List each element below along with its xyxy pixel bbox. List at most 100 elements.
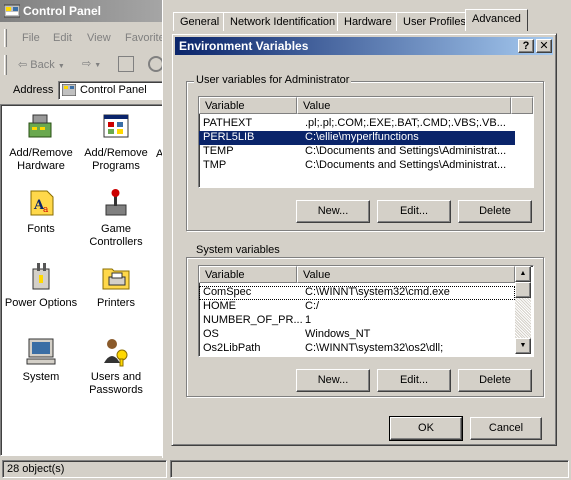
user-variables-label: User variables for Administrator [194,74,352,86]
system-var-row[interactable]: Os2LibPath C:\WINNT\system32\os2\dll; [199,342,515,356]
cp-item-label: System [22,371,60,383]
system-var-row[interactable]: OS Windows_NT [199,328,515,342]
column-header-variable[interactable]: Variable [199,266,297,283]
cp-item-add-remove-programs[interactable]: Add/Remove Programs [79,111,153,173]
user-var-row[interactable]: TEMP C:\Documents and Settings\Administr… [199,145,515,159]
cp-item-users-and-passwords[interactable]: Users and Passwords [79,335,153,397]
svg-text:a: a [43,205,49,215]
cancel-button[interactable]: Cancel [470,417,542,440]
tab-general[interactable]: General [173,12,227,31]
system-var-value: C:\WINNT\system32\cmd.exe [305,286,450,298]
menu-edit[interactable]: Edit [53,32,72,44]
system-list-scrollbar[interactable]: ▲ ▼ [515,266,531,354]
game-controllers-icon [100,187,132,219]
column-header-spacer [511,97,533,114]
user-var-value: C:\ellie\myperlfunctions [305,131,419,143]
user-var-row[interactable]: TMP C:\Documents and Settings\Administra… [199,159,515,173]
add-remove-hardware-icon [25,111,57,143]
user-var-row-selected[interactable]: PERL5LIB C:\ellie\myperlfunctions [199,131,515,145]
cp-item-power-options[interactable]: Power Options [4,261,78,310]
user-var-value: C:\Documents and Settings\Administrat... [305,159,507,171]
cp-item-game-controllers[interactable]: Game Controllers [79,187,153,249]
cp-item-printers[interactable]: Printers [79,261,153,310]
user-new-button[interactable]: New... [296,200,370,223]
tab-advanced[interactable]: Advanced [465,9,528,31]
scroll-thumb[interactable] [515,282,531,298]
user-var-value: C:\Documents and Settings\Administrat... [305,145,507,157]
status-bar: 28 object(s) [0,458,571,480]
environment-variables-dialog: Environment Variables ? ✕ User variables… [171,33,557,446]
cp-item-system[interactable]: System [4,335,78,384]
tab-network-identification[interactable]: Network Identification [223,12,343,31]
user-var-row[interactable]: PATHEXT .pl;.pl;.COM;.EXE;.BAT;.CMD;.VBS… [199,117,515,131]
forward-dropdown-icon[interactable]: ▼ [94,62,101,69]
fonts-icon: Aa [25,187,57,219]
env-dialog-titlebar[interactable]: Environment Variables ? ✕ [175,37,553,55]
user-edit-button[interactable]: Edit... [377,200,451,223]
control-panel-items: Add/Remove Hardware Add/Remove Programs … [0,104,163,456]
ok-button[interactable]: OK [389,416,463,441]
env-dialog-title: Environment Variables [179,39,309,53]
control-panel-icon [4,4,20,18]
system-var-name: NUMBER_OF_PR... [203,314,303,326]
control-panel-titlebar[interactable]: Control Panel [0,0,165,22]
column-header-value[interactable]: Value [297,97,511,114]
cp-item-label: Add/Remove Programs [84,147,148,172]
scroll-up-arrow-icon[interactable]: ▲ [515,266,531,282]
system-variables-list[interactable]: Variable Value ComSpec C:\WINNT\system32… [198,265,534,357]
system-icon [25,335,57,367]
cp-item-label: Fonts [27,223,55,235]
cp-item-fonts[interactable]: Aa Fonts [4,187,78,236]
system-new-button[interactable]: New... [296,369,370,392]
status-object-count: 28 object(s) [2,460,167,478]
system-delete-button[interactable]: Delete [458,369,532,392]
system-var-name: Os2LibPath [203,342,261,354]
toolbar: ⇦ Back ▼ ⇨ ▼ [0,52,165,78]
system-var-name: ComSpec [203,286,252,298]
status-pane-secondary [170,460,569,478]
menu-file[interactable]: File [22,32,40,44]
column-header-value[interactable]: Value [297,266,515,283]
address-field[interactable]: Control Panel [58,81,168,100]
system-var-value: C:/ [305,300,320,312]
menu-bar: File Edit View Favorite [0,26,165,48]
up-folder-icon[interactable] [118,56,134,72]
back-dropdown-icon[interactable]: ▼ [58,63,65,70]
system-list-header: Variable Value [199,266,533,283]
cp-item-label: Add/Remove Hardware [9,147,73,172]
users-passwords-icon [100,335,132,367]
menu-favorites[interactable]: Favorite [125,32,165,44]
system-var-row[interactable]: HOME C:/ [199,300,515,314]
toolbar-grip[interactable] [4,55,7,75]
address-value: Control Panel [80,84,147,96]
user-variables-list[interactable]: Variable Value PATHEXT .pl;.pl;.COM;.EXE… [198,96,534,188]
help-button[interactable]: ? [518,39,534,53]
tab-hardware[interactable]: Hardware [337,12,399,31]
cp-item-add-remove-hardware[interactable]: Add/Remove Hardware [4,111,78,173]
system-variables-label: System variables [194,244,282,256]
cp-item-label: Users and Passwords [89,371,143,396]
column-header-variable[interactable]: Variable [199,97,297,114]
control-panel-title: Control Panel [23,4,102,18]
forward-button[interactable]: ⇨ ▼ [82,57,101,70]
system-var-row[interactable]: NUMBER_OF_PR... 1 [199,314,515,328]
system-var-row-focused[interactable]: ComSpec C:\WINNT\system32\cmd.exe [199,286,515,300]
back-button[interactable]: ⇦ Back ▼ [18,58,65,71]
menu-view[interactable]: View [87,32,111,44]
back-arrow-icon: ⇦ [18,59,28,71]
add-remove-programs-icon [100,111,132,143]
user-delete-button[interactable]: Delete [458,200,532,223]
system-var-name: OS [203,328,219,340]
user-list-header: Variable Value [199,97,533,114]
tab-user-profiles[interactable]: User Profiles [396,12,473,31]
user-var-name: TMP [203,159,227,171]
user-var-name: PATHEXT [203,117,253,129]
menubar-grip[interactable] [4,29,7,47]
scroll-down-arrow-icon[interactable]: ▼ [515,338,531,354]
system-edit-button[interactable]: Edit... [377,369,451,392]
user-var-value: .pl;.pl;.COM;.EXE;.BAT;.CMD;.VBS;.VB... [305,117,506,129]
close-button[interactable]: ✕ [536,39,552,53]
user-var-name: TEMP [203,145,234,157]
system-var-value: C:\WINNT\system32\os2\dll; [305,342,444,354]
control-panel-window: Control Panel File Edit View Favorite ⇦ … [0,0,168,480]
